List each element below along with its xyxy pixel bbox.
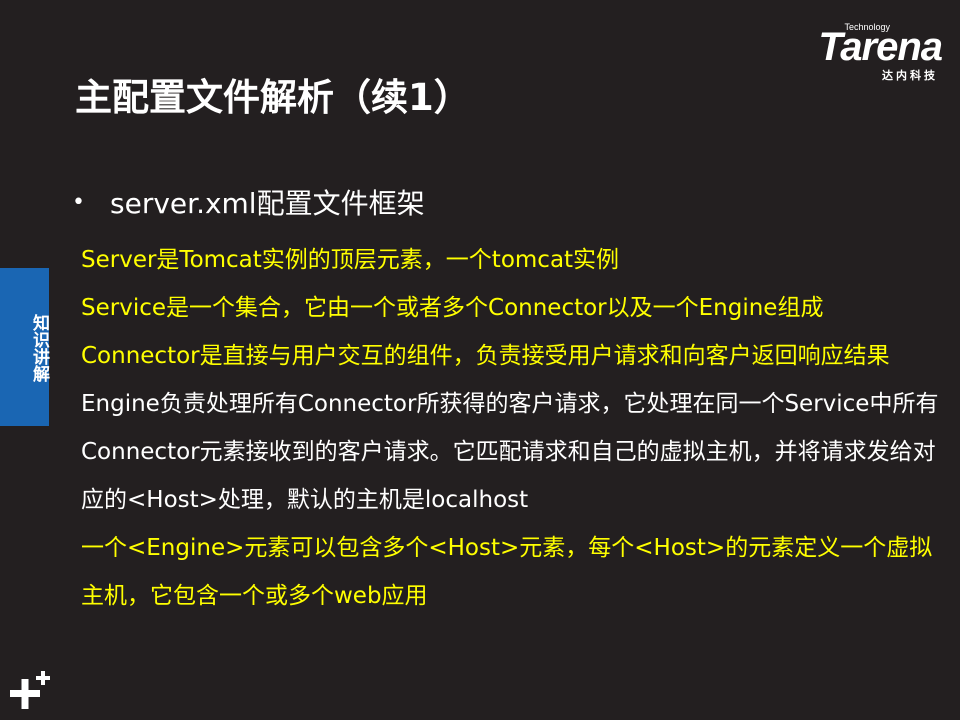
paragraph-service: Service是一个集合，它由一个或者多个Connector以及一个Engine… (81, 295, 824, 321)
bullet-text: server.xml配置文件框架 (110, 187, 425, 220)
page-title: 主配置文件解析（续1） (75, 76, 471, 119)
knowledge-tab: 知识讲解 (0, 268, 49, 426)
content-body: Server是Tomcat实例的顶层元素，一个tomcat实例 Service是… (81, 236, 953, 620)
logo-chinese-name: 达内科技 (882, 69, 938, 82)
paragraph-engine: Engine负责处理所有Connector所获得的客户请求，它处理在同一个Ser… (81, 391, 939, 513)
plus-plus-icon (10, 671, 50, 709)
knowledge-tab-label: 知识讲解 (29, 314, 49, 382)
tarena-logo: Technology Tarena 达内科技 (777, 22, 943, 82)
logo-wordmark: Tarena (818, 25, 943, 69)
paragraph-host: 一个<Engine>元素可以包含多个<Host>元素，每个<Host>的元素定义… (81, 535, 933, 609)
bullet-item: • server.xml配置文件框架 (72, 182, 425, 222)
paragraph-connector: Connector是直接与用户交互的组件，负责接受用户请求和向客户返回响应结果 (81, 343, 890, 369)
paragraph-server: Server是Tomcat实例的顶层元素，一个tomcat实例 (81, 247, 620, 273)
bullet-dot-icon: • (72, 189, 85, 215)
